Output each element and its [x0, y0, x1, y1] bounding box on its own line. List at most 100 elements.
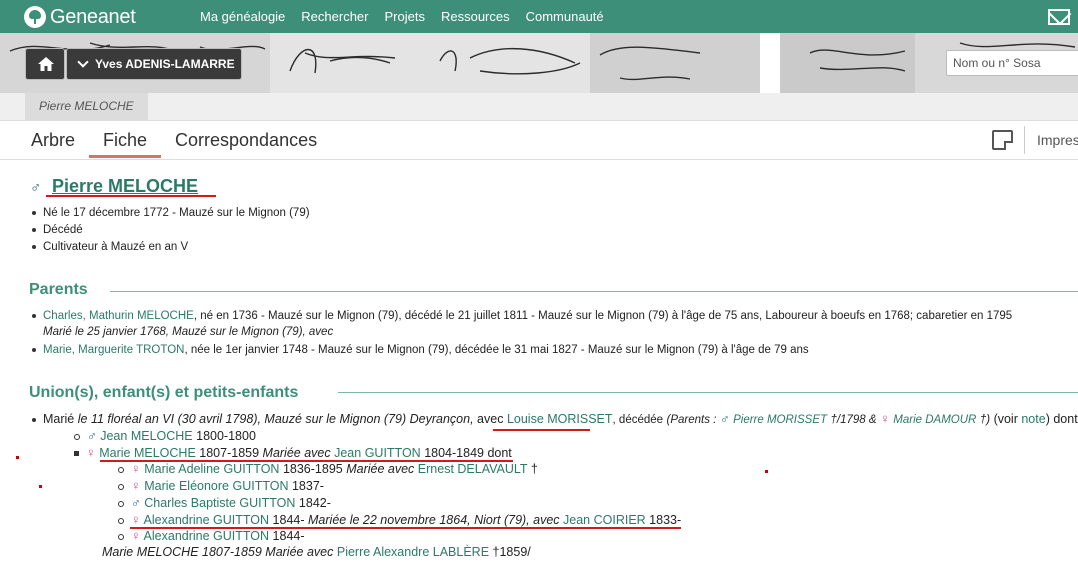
tab-correspondances[interactable]: Correspondances [175, 130, 317, 151]
mother-link[interactable]: Marie, Marguerite TROTON [43, 344, 184, 356]
female-symbol-icon: ♀ [131, 512, 141, 527]
mother-details: , née le 1er janvier 1748 - Mauzé sur le… [184, 344, 809, 356]
grandchild-spouse-link[interactable]: Ernest DELAVAULT [418, 462, 528, 476]
child-mariee: Mariée avec [262, 446, 331, 460]
person-name[interactable]: Pierre MELOCHE [52, 176, 198, 197]
second-marriage-spouse-link[interactable]: Pierre Alexandre LABLÈRE [337, 545, 489, 559]
grandchild-dates: 1842- [298, 496, 331, 510]
annotation-mark [16, 456, 19, 459]
bullet [74, 433, 80, 440]
dont-text: ) dont [1045, 412, 1078, 426]
male-symbol-icon: ♂ [87, 428, 97, 443]
child-link[interactable]: Marie MELOCHE [99, 446, 196, 460]
nav-ma-genealogie[interactable]: Ma généalogie [200, 9, 285, 24]
fact-occupation: Cultivateur à Mauzé en an V [32, 241, 188, 253]
male-symbol-icon: ♂ [30, 179, 42, 196]
grandchild-link[interactable]: Alexandrine GUITTON [144, 529, 270, 543]
spouse-died: , décédée [612, 414, 664, 426]
mail-icon[interactable] [1048, 9, 1070, 25]
sosa-search-input[interactable]: Nom ou n° Sosa [946, 50, 1078, 76]
spouse-link[interactable]: Louise MORISSET [507, 412, 613, 426]
child-spouse-dates: 1804-1849 dont [424, 446, 512, 460]
child-row: ♀ Marie MELOCHE 1807-1859 Mariée avec Je… [74, 445, 512, 460]
spouse-father-link[interactable]: Pierre MORISSET [733, 414, 827, 426]
parent-father: Charles, Mathurin MELOCHE, né en 1736 - … [32, 310, 1012, 322]
female-symbol-icon: ♀ [880, 411, 890, 426]
spouse-parents-label: (Parents : [666, 414, 717, 426]
nav-ressources[interactable]: Ressources [441, 9, 510, 24]
annotation-underline [46, 195, 216, 197]
nav-communaute[interactable]: Communauté [526, 9, 604, 24]
child-dates: 1800-1800 [196, 429, 256, 443]
bullet [32, 313, 36, 318]
bullet [118, 466, 124, 473]
section-title-parents: Parents [29, 281, 88, 298]
male-symbol-icon: ♂ [131, 495, 141, 510]
grandchild-tail: † [530, 462, 538, 476]
spouse-mother-link[interactable]: Marie DAMOUR [893, 414, 976, 426]
grandchild-link[interactable]: Marie Adeline GUITTON [144, 462, 279, 476]
grandchild-link[interactable]: Charles Baptiste GUITTON [144, 496, 295, 510]
annotation-mark [765, 470, 768, 473]
second-marriage-mariee: Mariée avec [265, 545, 334, 559]
nav-projets[interactable]: Projets [385, 9, 425, 24]
tree-logo-icon [24, 6, 46, 28]
grandchild-link[interactable]: Marie Eléonore GUITTON [144, 479, 288, 493]
section-divider [338, 392, 1078, 393]
bullet [32, 347, 36, 352]
bullet [32, 244, 36, 249]
user-tree-selector[interactable]: Yves ADENIS-LAMARRE [66, 48, 242, 80]
annotation-underline [493, 429, 590, 431]
geneanet-logo[interactable]: Geneanet [24, 5, 136, 29]
union-line: Marié le 11 floréal an VI (30 avril 1798… [32, 411, 1078, 426]
breadcrumb[interactable]: Pierre MELOCHE [25, 93, 148, 120]
bullet [118, 483, 124, 490]
grandchild-mariee: Mariée le 22 novembre 1864, Niort (79), … [308, 513, 560, 527]
child-spouse-link[interactable]: Jean GUITTON [334, 446, 421, 460]
grandchild-mariee: Mariée avec [346, 462, 415, 476]
tab-fiche[interactable]: Fiche [103, 130, 147, 151]
toolbar-divider [1024, 126, 1025, 154]
section-divider [110, 291, 1078, 292]
main-menu: Ma généalogie Rechercher Projets Ressour… [200, 0, 620, 33]
chevron-down-icon [77, 56, 89, 68]
grandchild-row: ♀ Alexandrine GUITTON 1844- [118, 528, 305, 543]
female-symbol-icon: ♀ [86, 445, 96, 460]
father-link[interactable]: Charles, Mathurin MELOCHE [43, 310, 194, 322]
fact-death: Décédé [32, 224, 83, 236]
grandchild-row: ♂ Charles Baptiste GUITTON 1842- [118, 495, 331, 510]
note-link[interactable]: note [1021, 412, 1045, 426]
tabs-bar: Arbre Fiche Correspondances [0, 121, 1078, 160]
logo-text: Geneanet [50, 5, 136, 28]
union-marie: Marié [43, 412, 75, 426]
home-button[interactable] [25, 48, 65, 80]
grandchild-row: ♀ Alexandrine GUITTON 1844- Mariée le 22… [118, 512, 681, 527]
grandchild-dates: 1844- [272, 529, 305, 543]
union-date: le 11 floréal an VI (30 avril 1798), Mau… [77, 412, 474, 426]
grandchild-link[interactable]: Alexandrine GUITTON [144, 513, 270, 527]
spouse-father-note: †/1798 & [830, 414, 877, 426]
home-icon [38, 57, 54, 71]
fact-birth: Né le 17 décembre 1772 - Mauzé sur le Mi… [32, 207, 310, 219]
grandchild-tail: 1833- [649, 513, 682, 527]
tab-arbre[interactable]: Arbre [31, 130, 75, 151]
bullet [32, 210, 36, 215]
child-link[interactable]: Jean MELOCHE [100, 429, 192, 443]
fact-occupation-text: Cultivateur à Mauzé en an V [43, 241, 189, 253]
nav-rechercher[interactable]: Rechercher [301, 9, 368, 24]
second-marriage-person: Marie MELOCHE 1807-1859 [102, 545, 262, 559]
print-link[interactable]: Impres [1037, 132, 1078, 148]
female-symbol-icon: ♀ [131, 528, 141, 543]
active-tab-indicator [89, 155, 161, 158]
female-symbol-icon: ♀ [131, 478, 141, 493]
grandchild-spouse-link[interactable]: Jean COIRIER [563, 513, 646, 527]
fact-death-text: Décédé [43, 224, 83, 236]
grandchild-dates: 1844- [272, 513, 305, 527]
union-avec: avec [477, 412, 504, 426]
bullet [118, 500, 124, 507]
second-marriage-tail: †1859/ [492, 545, 531, 559]
parents-marriage: Marié le 25 janvier 1768, Mauzé sur le M… [43, 326, 334, 338]
note-icon[interactable] [992, 130, 1013, 150]
bullet [32, 227, 36, 232]
male-symbol-icon: ♂ [719, 411, 730, 426]
